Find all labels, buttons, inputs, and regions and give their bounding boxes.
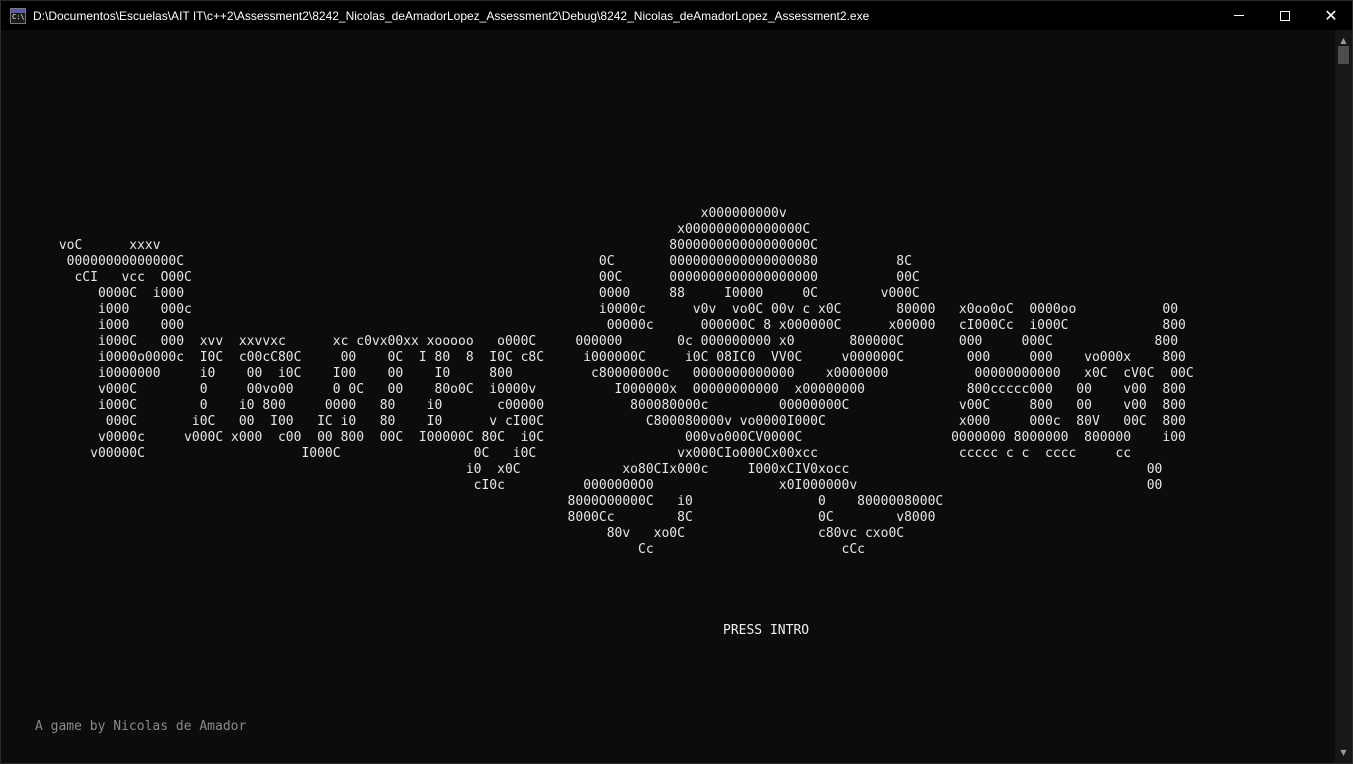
window-title: D:\Documentos\Escuelas\AIT IT\c++2\Asses…	[33, 8, 870, 23]
close-button[interactable]: ✕	[1308, 1, 1352, 30]
scroll-thumb[interactable]	[1338, 46, 1349, 64]
minimize-button[interactable]	[1216, 1, 1262, 30]
vertical-scrollbar[interactable]: ▲ ▼	[1335, 30, 1352, 763]
maximize-icon	[1280, 10, 1290, 21]
app-icon-label: C:\	[12, 12, 25, 21]
window-controls: ✕	[1216, 1, 1352, 30]
maximize-button[interactable]	[1262, 1, 1308, 30]
credits-text: A game by Nicolas de Amador	[35, 719, 247, 734]
scroll-down-icon[interactable]: ▼	[1335, 744, 1352, 761]
ascii-title-art: x000000000v x000000000000000C voC xxxv 8…	[58, 206, 1194, 557]
press-intro-prompt: PRESS INTRO	[723, 623, 810, 638]
minimize-icon	[1234, 15, 1244, 16]
console-app-icon[interactable]: C:\	[10, 7, 26, 24]
console-window: C:\ D:\Documentos\Escuelas\AIT IT\c++2\A…	[0, 0, 1353, 764]
title-bar[interactable]: C:\ D:\Documentos\Escuelas\AIT IT\c++2\A…	[1, 1, 1352, 30]
console-output[interactable]: x000000000v x000000000000000C voC xxxv 8…	[1, 30, 1335, 760]
close-icon: ✕	[1324, 6, 1338, 25]
